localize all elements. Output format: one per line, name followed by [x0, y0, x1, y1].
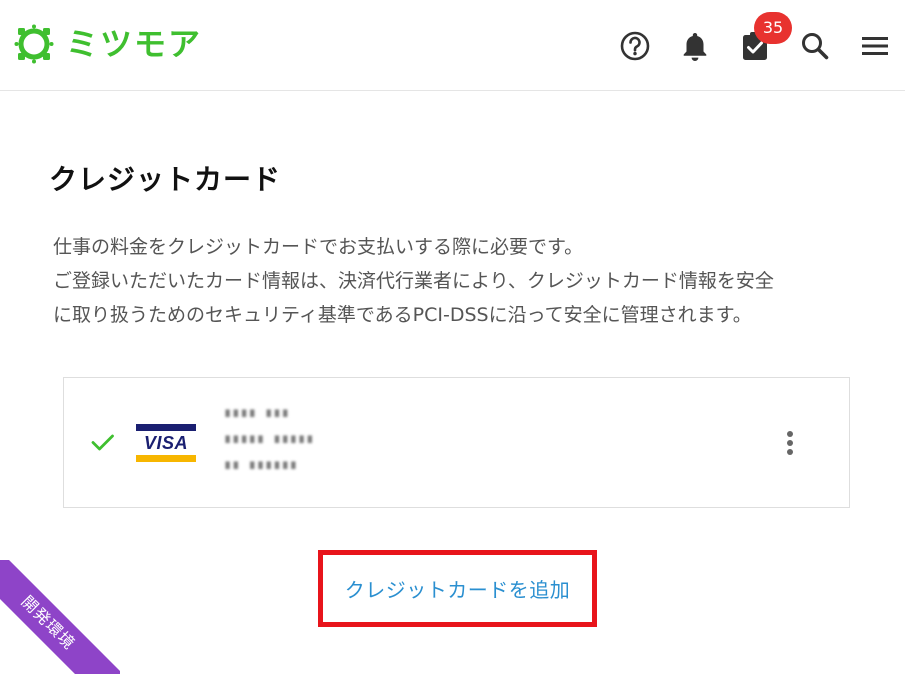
description-line: に取り扱うためのセキュリティ基準であるPCI-DSSに沿って安全に管理されます。 — [53, 304, 752, 326]
check-icon — [91, 434, 114, 451]
card-number-blurred: ∎∎∎∎∎ ∎∎∎∎∎ — [224, 432, 315, 446]
search-icon[interactable] — [797, 26, 833, 66]
card-holder-blurred: ∎∎∎∎ ∎∎∎ — [224, 406, 290, 420]
card-details: ∎∎∎∎ ∎∎∎ ∎∎∎∎∎ ∎∎∎∎∎ ∎∎ ∎∎∎∎∎∎ — [224, 406, 314, 484]
description-line: 仕事の料金をクレジットカードでお支払いする際に必要です。 — [53, 236, 584, 258]
kebab-menu-icon[interactable] — [778, 428, 802, 458]
page-title: クレジットカード — [49, 163, 282, 196]
logo-text: ミツモア — [66, 25, 203, 63]
visa-logo: VISA — [136, 424, 196, 462]
page-description: 仕事の料金をクレジットカードでお支払いする際に必要です。 ご登録いただいたカード… — [53, 230, 873, 332]
add-credit-card-link[interactable]: クレジットカードを追加 — [318, 550, 597, 627]
help-circle-icon[interactable] — [617, 26, 653, 66]
description-line: ご登録いただいたカード情報は、決済代行業者により、クレジットカード情報を安全 — [53, 270, 774, 292]
bell-icon[interactable] — [677, 26, 713, 66]
app-header: ミツモア 35 — [0, 0, 905, 91]
task-count-badge: 35 — [754, 12, 792, 44]
registered-card[interactable]: VISA ∎∎∎∎ ∎∎∎ ∎∎∎∎∎ ∎∎∎∎∎ ∎∎ ∎∎∎∎∎∎ — [63, 377, 850, 508]
logo[interactable]: ミツモア — [14, 24, 202, 64]
hamburger-menu-icon[interactable] — [857, 26, 893, 66]
environment-ribbon: 開発環境 — [0, 560, 120, 674]
environment-ribbon-label: 開発環境 — [0, 560, 120, 674]
card-brand: VISA — [143, 433, 188, 453]
logo-mark-icon — [14, 24, 54, 64]
card-expiry-blurred: ∎∎ ∎∎∎∎∎∎ — [224, 458, 299, 472]
